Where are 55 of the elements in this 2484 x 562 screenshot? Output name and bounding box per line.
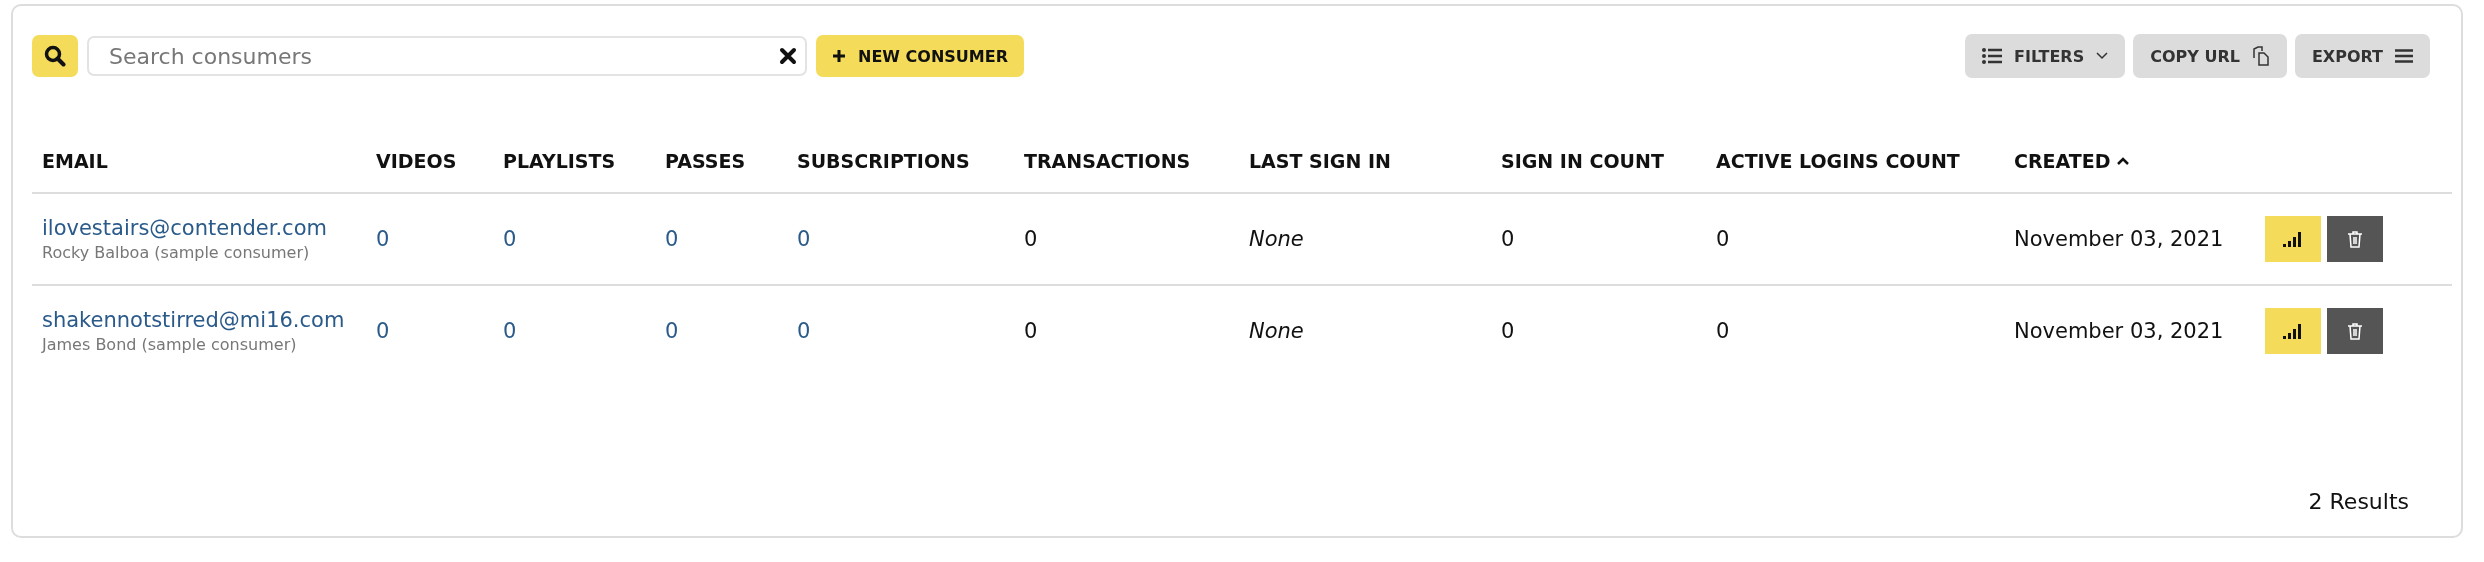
- column-header[interactable]: VIDEOS: [376, 150, 457, 172]
- email-link[interactable]: shakennotstirred@mi16.com: [42, 307, 345, 332]
- list-icon: [1982, 48, 2003, 64]
- signal-bars-icon: [2283, 231, 2303, 247]
- table-cell: 0: [1501, 319, 1515, 343]
- table-cell: 0: [1501, 227, 1515, 251]
- count-link[interactable]: 0: [376, 319, 390, 343]
- column-header[interactable]: LAST SIGN IN: [1249, 150, 1391, 172]
- menu-icon: [2395, 49, 2413, 63]
- copy-url-button[interactable]: COPY URL: [2133, 34, 2287, 78]
- stats-button[interactable]: [2265, 216, 2321, 262]
- results-count: 2 Results: [2308, 489, 2409, 514]
- column-header[interactable]: SUBSCRIPTIONS: [797, 150, 970, 172]
- copy-icon: [2251, 46, 2270, 66]
- column-header[interactable]: ACTIVE LOGINS COUNT: [1716, 150, 1960, 172]
- trash-icon: [2347, 230, 2363, 248]
- sort-up-icon: [2116, 157, 2129, 165]
- table-cell: None: [1249, 319, 1304, 343]
- email-link[interactable]: ilovestairs@contender.com: [42, 215, 327, 240]
- consumer-name: Rocky Balboa (sample consumer): [42, 242, 311, 262]
- table-cell: November 03, 2021: [2014, 319, 2224, 343]
- count-link[interactable]: 0: [665, 227, 679, 251]
- filters-button[interactable]: FILTERS: [1965, 34, 2126, 78]
- table-cell: 0: [1024, 227, 1038, 251]
- search-field[interactable]: Search consumers: [87, 36, 807, 76]
- signal-bars-icon: [2283, 323, 2303, 339]
- column-header[interactable]: TRANSACTIONS: [1024, 150, 1191, 172]
- search-button[interactable]: [32, 35, 78, 77]
- table-cell: 0: [1716, 227, 1730, 251]
- stats-button[interactable]: [2265, 308, 2321, 354]
- chevron-down-icon: [2096, 52, 2109, 60]
- delete-button[interactable]: [2327, 216, 2383, 262]
- count-link[interactable]: 0: [376, 227, 390, 251]
- clear-icon[interactable]: [779, 47, 797, 65]
- count-link[interactable]: 0: [503, 227, 517, 251]
- count-link[interactable]: 0: [797, 227, 811, 251]
- table-cell: 0: [1024, 319, 1038, 343]
- plus-icon: [832, 49, 846, 63]
- new-consumer-button[interactable]: NEW CONSUMER: [816, 35, 1024, 77]
- trash-icon: [2347, 322, 2363, 340]
- count-link[interactable]: 0: [797, 319, 811, 343]
- consumer-name: James Bond (sample consumer): [42, 334, 298, 354]
- count-link[interactable]: 0: [665, 319, 679, 343]
- table-cell: None: [1249, 227, 1304, 251]
- column-header[interactable]: PLAYLISTS: [503, 150, 616, 172]
- table-cell: November 03, 2021: [2014, 227, 2224, 251]
- count-link[interactable]: 0: [503, 319, 517, 343]
- column-header[interactable]: EMAIL: [42, 150, 108, 172]
- export-button[interactable]: EXPORT: [2294, 34, 2430, 78]
- delete-button[interactable]: [2327, 308, 2383, 354]
- table-cell: 0: [1716, 319, 1730, 343]
- search-icon: [44, 45, 66, 67]
- column-header[interactable]: SIGN IN COUNT: [1501, 150, 1664, 172]
- column-header[interactable]: CREATED: [2014, 150, 2129, 172]
- column-header[interactable]: PASSES: [665, 150, 746, 172]
